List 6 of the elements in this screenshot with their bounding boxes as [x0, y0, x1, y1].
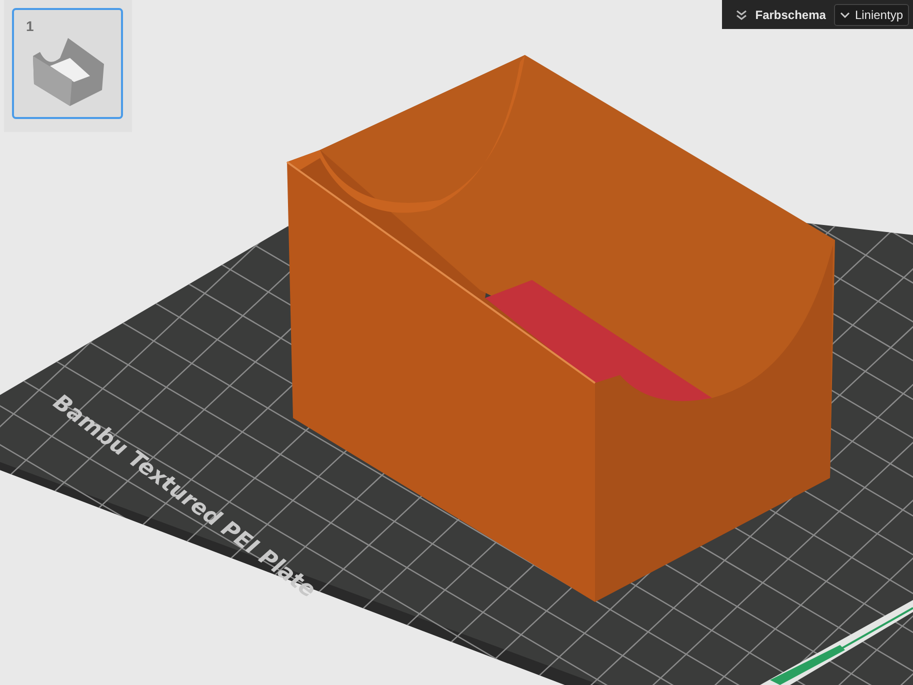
- plate-number: 1: [26, 17, 34, 36]
- color-scheme-button[interactable]: Farbschema: [734, 2, 828, 26]
- double-chevron-icon: [736, 10, 748, 20]
- plate-thumbnail[interactable]: 1: [12, 8, 123, 119]
- line-type-dropdown[interactable]: Linientyp: [834, 4, 909, 26]
- chevron-down-icon: [840, 12, 850, 18]
